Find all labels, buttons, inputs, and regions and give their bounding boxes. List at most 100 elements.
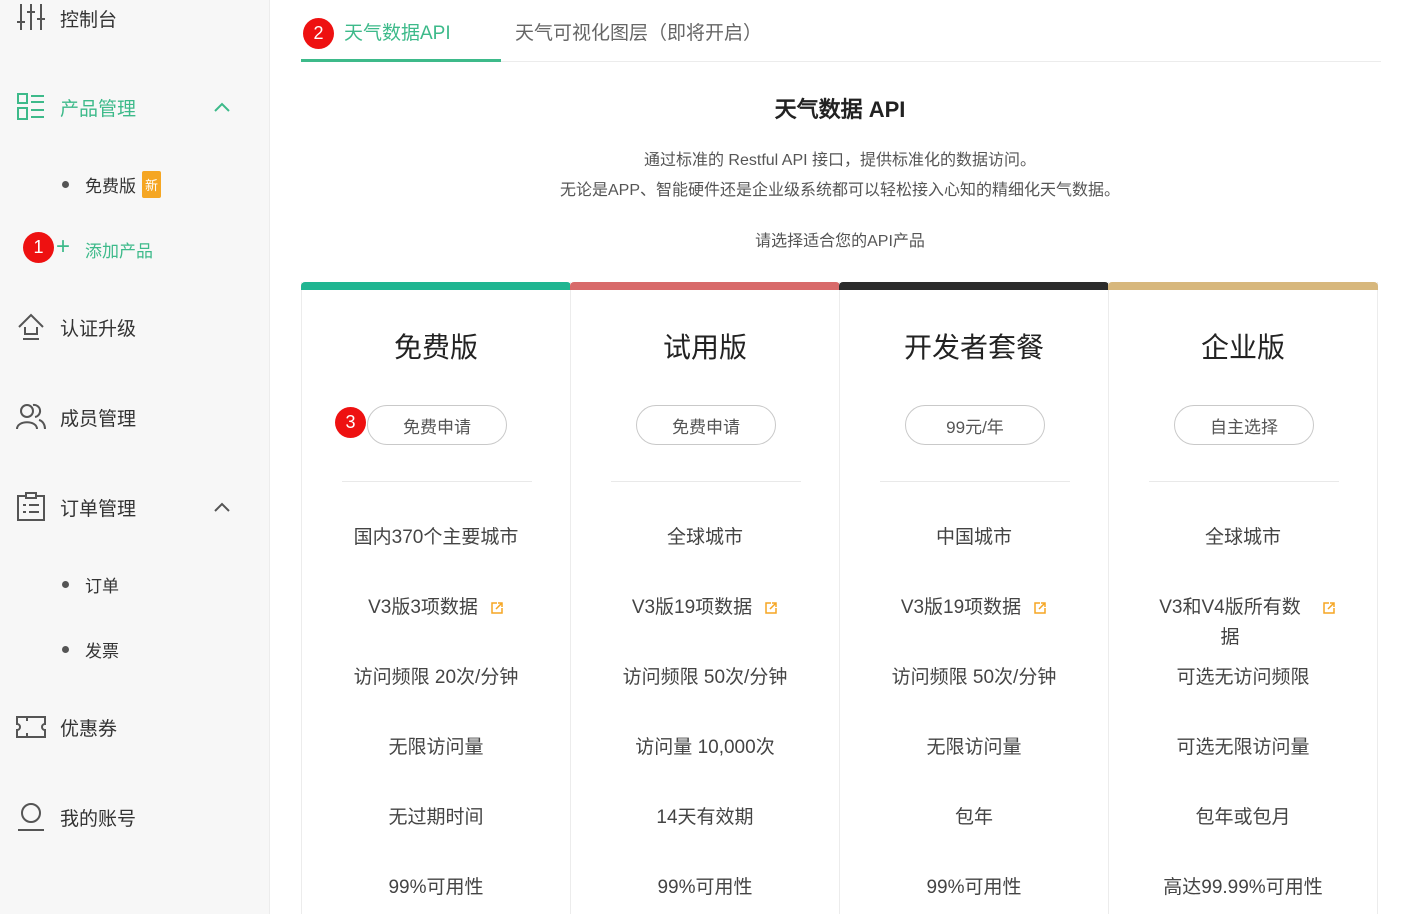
sidebar-subitem-label: 免费版 (85, 176, 136, 196)
plan-feature-link[interactable]: V3和V4版所有数据 (1109, 593, 1377, 653)
plan-color-bar (570, 282, 840, 290)
step-marker-1: 1 (23, 232, 54, 263)
divider (1149, 481, 1339, 482)
sidebar-item-label: 订单管理 (60, 498, 137, 520)
plan-card-free: 免费版 免费申请 国内370个主要城市 V3版3项数据 访问频限 20次/分钟 … (301, 282, 571, 914)
page-title: 天气数据 API (774, 97, 906, 122)
choose-enterprise-button[interactable]: 自主选择 (1174, 405, 1314, 445)
sidebar-subitem-label: 发票 (85, 641, 119, 661)
bullet-dot (62, 645, 69, 653)
plan-feature: 可选无访问频限 (1176, 667, 1310, 688)
sidebar-item-label: 控制台 (60, 9, 118, 31)
plan-feature: 包年 (954, 807, 993, 828)
apply-free-button[interactable]: 免费申请 (367, 405, 507, 445)
sidebar-item-account[interactable]: 我的账号 (0, 795, 270, 839)
page-description-line-2: 无论是APP、智能硬件还是企业级系统都可以轻松接入心知的精细化天气数据。 (559, 182, 1121, 199)
plan-name: 开发者套餐 (903, 332, 1044, 363)
plan-feature: 高达99.99%可用性 (1163, 877, 1323, 898)
plan-feature-link[interactable]: V3版19项数据 (840, 593, 1108, 623)
new-badge: 新 (142, 171, 161, 198)
divider (342, 481, 532, 482)
plan-feature: 国内370个主要城市 (353, 527, 519, 548)
tab-active-indicator (301, 59, 501, 62)
step-marker-2: 2 (303, 18, 334, 49)
plan-feature: 包年或包月 (1195, 807, 1291, 828)
plan-feature: V3版19项数据 (631, 597, 753, 618)
plan-color-bar (1108, 282, 1378, 290)
plan-feature: 访问频限 50次/分钟 (622, 667, 788, 688)
plan-card-developer: 开发者套餐 99元/年 中国城市 V3版19项数据 访问频限 50次/分钟 无限… (839, 282, 1109, 914)
plan-feature: 无过期时间 (388, 807, 484, 828)
plan-feature: V3版19项数据 (900, 597, 1022, 618)
divider (611, 481, 801, 482)
plus-icon: + (56, 233, 71, 260)
step-marker-3: 3 (335, 407, 366, 438)
sidebar-item-members[interactable]: 成员管理 (0, 395, 270, 439)
plan-name: 免费版 (393, 332, 478, 363)
plan-feature: 访问量 10,000次 (635, 737, 775, 758)
sidebar-subitem-free[interactable]: 免费版 新 (0, 166, 270, 202)
page-description-line-1: 通过标准的 Restful API 接口，提供标准化的数据访问。 (643, 152, 1037, 169)
ticket-icon (15, 711, 47, 743)
bullet-dot (62, 180, 69, 188)
plan-feature-link[interactable]: V3版3项数据 (302, 593, 570, 623)
external-link-icon[interactable] (1322, 595, 1336, 614)
sidebar-item-coupons[interactable]: 优惠券 (0, 705, 270, 749)
plan-feature-link[interactable]: V3版19项数据 (571, 593, 839, 623)
plan-feature: 无限访问量 (388, 737, 484, 758)
add-product-label: 添加产品 (85, 241, 153, 261)
plan-feature: 访问频限 50次/分钟 (891, 667, 1057, 688)
tab-label: 天气可视化图层（即将开启） (515, 22, 763, 44)
users-icon (15, 401, 47, 433)
sidebar-item-label: 产品管理 (60, 98, 137, 120)
external-link-icon[interactable] (1033, 595, 1047, 614)
plan-name: 试用版 (662, 332, 747, 363)
plan-feature: V3版3项数据 (368, 597, 478, 618)
plan-color-bar (301, 282, 571, 290)
bullet-dot (62, 580, 69, 588)
sidebar-item-label: 成员管理 (60, 408, 137, 430)
buy-developer-button[interactable]: 99元/年 (905, 405, 1045, 445)
tab-label: 天气数据API (344, 22, 451, 44)
sidebar-subitem-order[interactable]: 订单 (0, 566, 270, 602)
plan-feature: V3和V4版所有数据 (1159, 597, 1301, 648)
plan-cards: 免费版 免费申请 国内370个主要城市 V3版3项数据 访问频限 20次/分钟 … (301, 282, 1381, 914)
chevron-up-icon[interactable] (210, 95, 234, 119)
sliders-icon (15, 2, 47, 34)
divider (880, 481, 1070, 482)
tab-weather-api[interactable]: 天气数据API (344, 0, 451, 62)
plan-feature: 99%可用性 (926, 877, 1022, 898)
sidebar-item-products[interactable]: 产品管理 (0, 85, 270, 129)
external-link-icon[interactable] (764, 595, 778, 614)
sidebar-subitem-label: 订单 (85, 576, 119, 596)
plan-feature: 可选无限访问量 (1176, 737, 1310, 758)
sidebar-subitem-invoice[interactable]: 发票 (0, 631, 270, 667)
chevron-up-icon[interactable] (210, 495, 234, 519)
sidebar-item-label: 优惠券 (60, 718, 118, 740)
apply-trial-button[interactable]: 免费申请 (636, 405, 776, 445)
plan-feature: 14天有效期 (656, 807, 754, 828)
select-product-prompt: 请选择适合您的API产品 (755, 233, 925, 250)
plan-feature: 访问频限 20次/分钟 (353, 667, 519, 688)
sidebar-item-dashboard[interactable]: 控制台 (0, 0, 270, 40)
tab-bar: 天气数据API 天气可视化图层（即将开启） (301, 0, 1381, 62)
plan-feature: 无限访问量 (926, 737, 1022, 758)
plan-card-trial: 试用版 免费申请 全球城市 V3版19项数据 访问频限 50次/分钟 访问量 1… (570, 282, 840, 914)
sidebar-item-label: 认证升级 (60, 318, 137, 340)
grid-list-icon (15, 91, 47, 123)
plan-color-bar (839, 282, 1109, 290)
plan-feature: 99%可用性 (388, 877, 484, 898)
plan-feature: 中国城市 (935, 527, 1012, 548)
tab-weather-layers[interactable]: 天气可视化图层（即将开启） (515, 0, 762, 62)
plan-name: 企业版 (1200, 332, 1285, 363)
plan-feature: 全球城市 (1204, 527, 1281, 548)
plan-card-enterprise: 企业版 自主选择 全球城市 V3和V4版所有数据 可选无访问频限 可选无限访问量… (1108, 282, 1378, 914)
external-link-icon[interactable] (490, 595, 504, 614)
user-icon (15, 801, 47, 833)
clipboard-icon (15, 491, 47, 523)
plan-feature: 99%可用性 (657, 877, 753, 898)
sidebar-item-label: 我的账号 (60, 808, 137, 830)
upgrade-icon (15, 311, 47, 343)
sidebar-item-upgrade[interactable]: 认证升级 (0, 305, 270, 349)
sidebar-item-orders[interactable]: 订单管理 (0, 485, 270, 529)
